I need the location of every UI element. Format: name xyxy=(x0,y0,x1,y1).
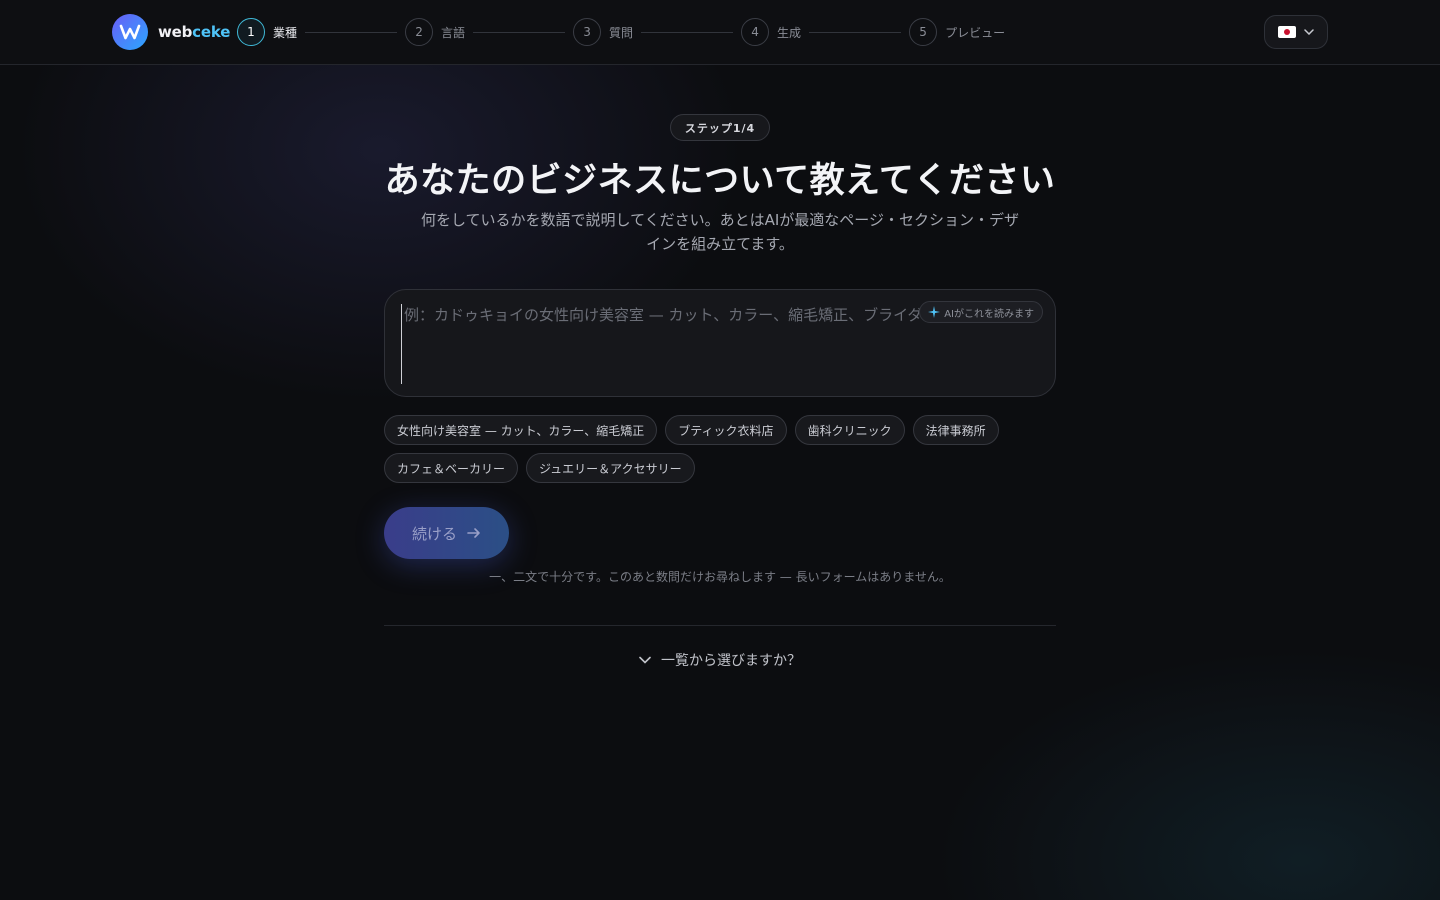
continue-label: 続ける xyxy=(411,524,457,543)
page-subtitle: 何をしているかを数語で説明してください。あとはAIが最適なページ・セクション・デ… xyxy=(420,211,1020,253)
business-description-input[interactable] xyxy=(401,304,961,384)
step-label: 業種 xyxy=(273,25,298,40)
step-connector xyxy=(641,31,734,33)
page-title: あなたのビジネスについて教えてください xyxy=(384,161,1056,201)
step-number: 5 xyxy=(909,18,938,46)
step-number: 2 xyxy=(405,18,434,46)
top-bar: webceke 1 業種 2 言語 3 質問 4 生成 5 プレビュー xyxy=(0,0,1440,65)
step-number: 3 xyxy=(573,18,602,46)
step-number: 4 xyxy=(741,18,770,46)
step-badge: ステップ1/4 xyxy=(670,114,770,141)
step-label: 言語 xyxy=(441,25,466,40)
suggestion-chip[interactable]: 法律事務所 xyxy=(912,415,999,445)
step-label: 質問 xyxy=(609,25,634,40)
step-number: 1 xyxy=(237,18,265,46)
logo-mark-icon xyxy=(112,14,148,50)
suggestion-chip[interactable]: 歯科クリニック xyxy=(794,415,905,445)
language-selector[interactable] xyxy=(1264,15,1328,49)
divider xyxy=(384,625,1056,626)
brand-logo[interactable]: webceke xyxy=(112,14,230,50)
business-description-box: AIがこれを読みます xyxy=(384,289,1056,397)
ai-reads-badge: AIがこれを読みます xyxy=(919,301,1043,323)
step-label: 生成 xyxy=(777,25,802,40)
step-connector xyxy=(473,31,566,33)
step-3: 3 質問 xyxy=(573,18,633,46)
browse-label: 一覧から選びますか？ xyxy=(661,653,801,669)
arrow-right-icon xyxy=(467,528,480,538)
suggestion-chip[interactable]: ジュエリー＆アクセサリー xyxy=(526,453,695,483)
helper-text: 一、二文で十分です。このあと数問だけお尋ねします — 長いフォームはありません。 xyxy=(489,570,951,584)
suggestion-chip[interactable]: カフェ＆ベーカリー xyxy=(384,453,519,483)
step-5: 5 プレビュー xyxy=(909,18,1005,46)
chevron-down-icon xyxy=(639,656,651,664)
suggestion-chips: 女性向け美容室 — カット、カラー、縮毛矯正 ブティック衣料店 歯科クリニック … xyxy=(384,415,1056,483)
step-label: プレビュー xyxy=(945,25,1006,40)
progress-stepper: 1 業種 2 言語 3 質問 4 生成 5 プレビュー xyxy=(237,18,1005,46)
brand-name: webceke xyxy=(158,23,231,41)
suggestion-chip[interactable]: ブティック衣料店 xyxy=(665,415,787,445)
browse-list-toggle[interactable]: 一覧から選びますか？ xyxy=(0,650,1440,670)
sparkle-icon xyxy=(928,306,941,318)
ai-reads-label: AIがこれを読みます xyxy=(944,308,1034,320)
chevron-down-icon xyxy=(1304,29,1314,35)
step-1: 1 業種 xyxy=(237,18,297,46)
step-connector xyxy=(305,31,398,33)
step-2: 2 言語 xyxy=(405,18,465,46)
japan-flag-icon xyxy=(1278,26,1296,38)
continue-button[interactable]: 続ける xyxy=(384,507,509,559)
step-connector xyxy=(809,31,902,33)
suggestion-chip[interactable]: 女性向け美容室 — カット、カラー、縮毛矯正 xyxy=(384,415,658,445)
step-4: 4 生成 xyxy=(741,18,801,46)
